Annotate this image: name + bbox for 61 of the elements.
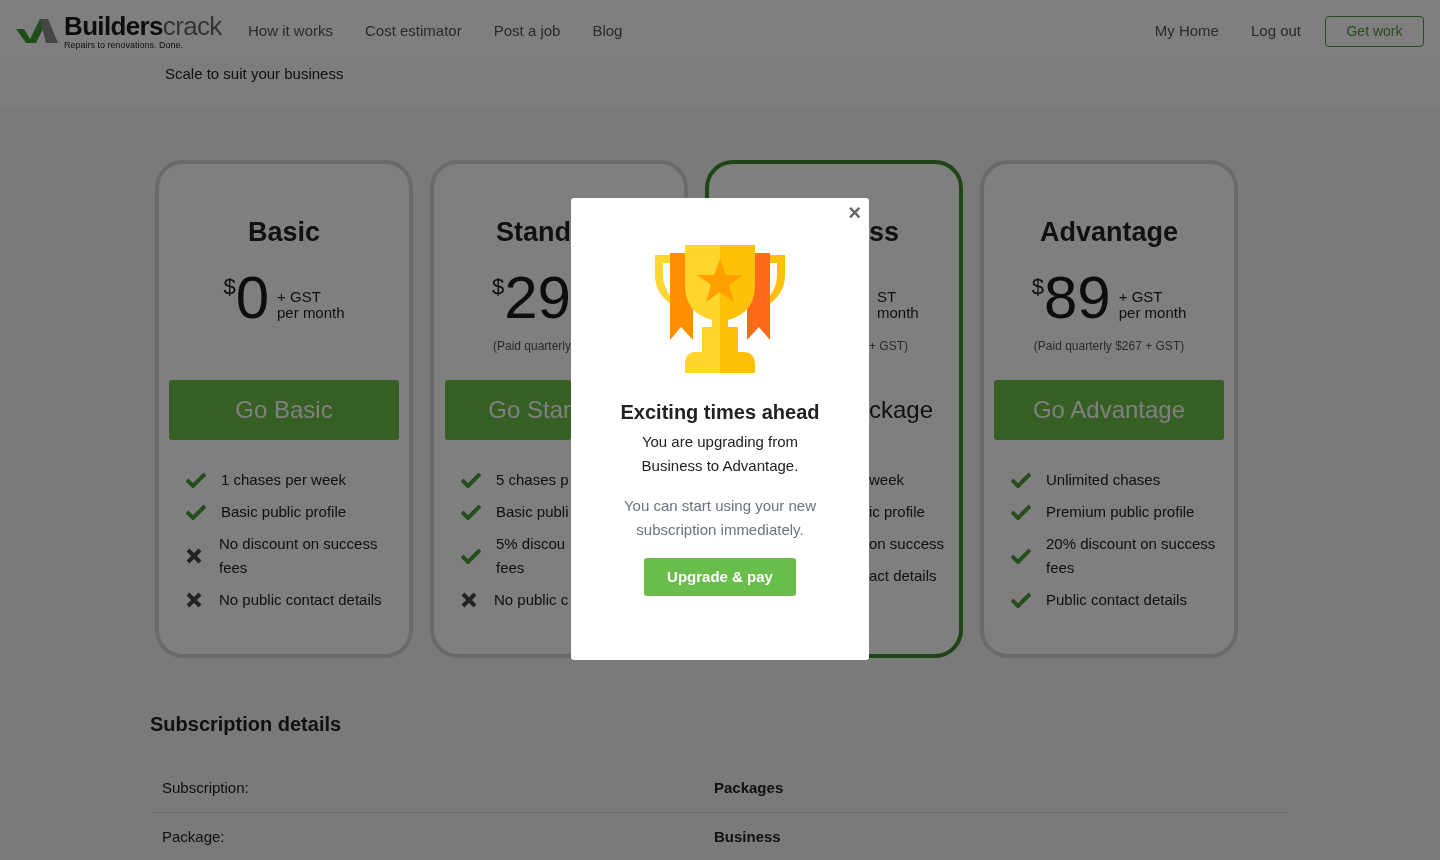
current-plan-label: ckage xyxy=(869,395,934,425)
feature-text: Public contact details xyxy=(1046,590,1187,610)
plan-button[interactable]: Go Basic xyxy=(169,380,399,440)
feature-text: Premium public profile xyxy=(1046,502,1195,522)
feature-text: on success xyxy=(869,534,945,554)
upgrade-button[interactable]: Upgrade & pay xyxy=(644,558,796,596)
logo-icon xyxy=(16,19,58,43)
get-work-button[interactable]: Get work xyxy=(1325,15,1424,47)
feature-text: No discount on success fees xyxy=(219,534,379,578)
currency-symbol: $ xyxy=(492,273,505,301)
detail-value: Packages xyxy=(714,777,784,798)
billing-note: (Paid quarterly xyxy=(492,338,571,355)
plan-title: Basic xyxy=(247,215,321,249)
feature-text: act details xyxy=(869,566,937,586)
billing-note: + GST) xyxy=(869,338,908,355)
brand-name[interactable]: Builderscrack xyxy=(64,12,222,39)
feature-text: No public contact details xyxy=(219,590,382,610)
feature-text: Basic publi xyxy=(496,502,569,522)
subheader-text: Scale to suit your business xyxy=(165,65,344,82)
currency-symbol: $ xyxy=(223,273,236,299)
nav-link[interactable]: Log out xyxy=(1250,19,1301,43)
dialog-message: You are upgrading from Business to Advantage. xyxy=(640,432,800,476)
detail-label: Package: xyxy=(162,827,226,848)
billing-period: per month xyxy=(277,305,345,321)
plan-button[interactable]: Go Star xyxy=(445,380,571,440)
gst-label: + GST xyxy=(277,289,322,305)
plan-price: 0 xyxy=(235,268,270,328)
feature-text: No public c xyxy=(494,590,569,610)
plan-title: Advantage xyxy=(1039,215,1178,249)
plan-price: 89 xyxy=(1043,268,1111,328)
feature-text: 20% discount on success fees xyxy=(1046,534,1217,578)
nav-link[interactable]: Blog xyxy=(592,19,623,43)
plan-title: Stand xyxy=(496,215,571,249)
feature-text: 1 chases per week xyxy=(221,470,347,490)
detail-value: Business xyxy=(714,827,781,848)
plan-title: ss xyxy=(869,215,900,249)
plan-button[interactable]: Go Advantage xyxy=(994,380,1224,440)
billing-period: per month xyxy=(1118,305,1187,321)
feature-text: ic profile xyxy=(869,502,925,522)
detail-label: Subscription: xyxy=(162,777,250,798)
brand-tagline: Repairs to renovations. Done. xyxy=(64,39,185,50)
section-title: Subscription details xyxy=(150,712,343,737)
currency-symbol: $ xyxy=(1031,273,1044,299)
nav-link[interactable]: How it works xyxy=(248,19,333,43)
nav-link[interactable]: Cost estimator xyxy=(365,19,462,43)
billing-note: (Paid quarterly $267 + GST) xyxy=(1033,338,1185,355)
dialog-note: You can start using your new subscription immediately. xyxy=(622,496,818,540)
nav-link[interactable]: Post a job xyxy=(493,19,561,43)
billing-period: month xyxy=(877,305,919,321)
gst-label: ST xyxy=(877,289,898,305)
gst-label: + GST xyxy=(1118,289,1164,305)
dialog-title: Exciting times ahead xyxy=(620,400,820,425)
nav-link[interactable]: My Home xyxy=(1154,19,1219,43)
feature-text: 5% discou fees xyxy=(496,534,566,578)
close-button[interactable]: × xyxy=(848,202,861,224)
feature-text: Basic public profile xyxy=(221,502,347,522)
feature-text: week xyxy=(869,470,905,490)
trophy-icon xyxy=(655,245,785,373)
feature-text: 5 chases p xyxy=(496,470,569,490)
feature-text: Unlimited chases xyxy=(1046,470,1161,490)
plan-price: 29 xyxy=(504,268,571,328)
